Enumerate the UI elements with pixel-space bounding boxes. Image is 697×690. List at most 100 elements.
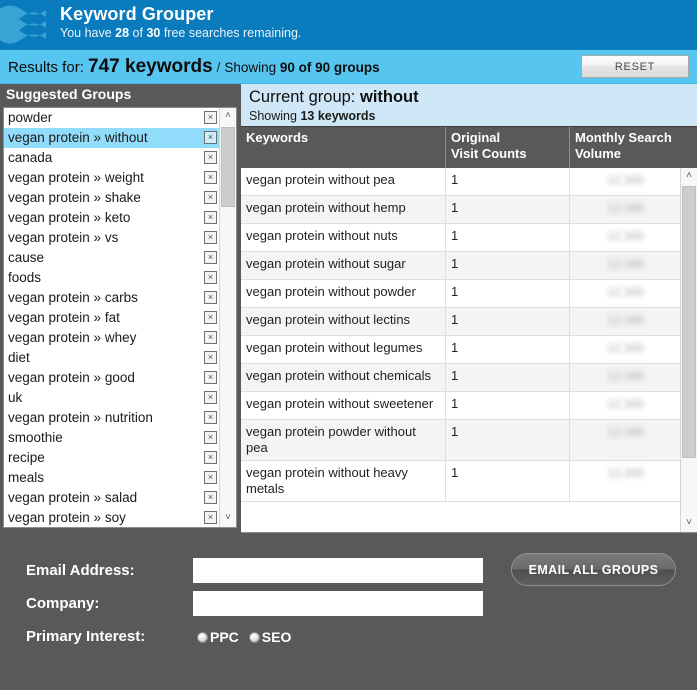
- cell-search-volume: 12,345: [569, 252, 680, 279]
- group-list-item[interactable]: meals ×: [4, 468, 221, 488]
- group-list-item[interactable]: canada ×: [4, 148, 221, 168]
- obscured-volume-value: 12,345: [607, 285, 644, 299]
- group-delete-icon[interactable]: ×: [204, 391, 217, 404]
- cell-visit-count: 1: [445, 168, 569, 195]
- table-scroll-up-icon[interactable]: ˄: [681, 168, 697, 185]
- group-list-item-label: vegan protein » carbs: [8, 290, 138, 305]
- group-list-item-label: vegan protein » soy: [8, 510, 126, 525]
- suggested-groups-title: Suggested Groups: [0, 84, 240, 106]
- group-delete-icon[interactable]: ×: [204, 211, 217, 224]
- company-row: Company:: [4, 587, 693, 620]
- group-list-item[interactable]: vegan protein » carbs ×: [4, 288, 221, 308]
- group-delete-icon[interactable]: ×: [204, 431, 217, 444]
- cell-search-volume: 12,345: [569, 308, 680, 335]
- group-list-item[interactable]: smoothie ×: [4, 428, 221, 448]
- groups-scroll-up-icon[interactable]: ˄: [220, 108, 236, 125]
- group-list-item-label: powder: [8, 110, 53, 125]
- email-field[interactable]: [193, 558, 483, 583]
- group-list-item[interactable]: vegan protein » without ×: [4, 128, 221, 148]
- cell-visit-count: 1: [445, 336, 569, 363]
- group-list-item[interactable]: uk ×: [4, 388, 221, 408]
- group-list-item-label: vegan protein » good: [8, 370, 135, 385]
- radio-seo-label[interactable]: SEO: [262, 629, 292, 645]
- group-delete-icon[interactable]: ×: [204, 451, 217, 464]
- groups-scroll-down-icon[interactable]: ˅: [220, 510, 236, 527]
- group-list-item[interactable]: vegan protein » weight ×: [4, 168, 221, 188]
- group-list-item[interactable]: vegan protein » vs ×: [4, 228, 221, 248]
- group-list-item[interactable]: vegan protein » good ×: [4, 368, 221, 388]
- group-delete-icon[interactable]: ×: [204, 271, 217, 284]
- keywords-table-scrollbar[interactable]: ˄ ˅: [680, 168, 697, 532]
- radio-ppc[interactable]: [197, 632, 208, 643]
- groups-scrollbar-thumb[interactable]: [221, 127, 235, 207]
- group-list-item-label: vegan protein » vs: [8, 230, 119, 245]
- current-group-subtitle-prefix: Showing: [249, 109, 301, 123]
- results-separator: /: [212, 58, 225, 75]
- group-list-item[interactable]: diet ×: [4, 348, 221, 368]
- table-row[interactable]: vegan protein without pea 1 12,345: [241, 168, 680, 196]
- table-row[interactable]: vegan protein without sugar 1 12,345: [241, 252, 680, 280]
- table-row[interactable]: vegan protein powder without pea 1 12,345: [241, 420, 680, 461]
- reset-button[interactable]: RESET: [581, 55, 689, 78]
- group-delete-icon[interactable]: ×: [204, 131, 217, 144]
- group-list-item[interactable]: vegan protein » nutrition ×: [4, 408, 221, 428]
- table-row[interactable]: vegan protein without heavy metals 1 12,34…: [241, 461, 680, 502]
- group-list-item[interactable]: vegan protein » soy ×: [4, 508, 221, 527]
- group-list-item[interactable]: recipe ×: [4, 448, 221, 468]
- group-list-item-label: vegan protein » nutrition: [8, 410, 153, 425]
- group-list-item-label: vegan protein » shake: [8, 190, 141, 205]
- group-delete-icon[interactable]: ×: [204, 251, 217, 264]
- group-list-item[interactable]: foods ×: [4, 268, 221, 288]
- table-row[interactable]: vegan protein without hemp 1 12,345: [241, 196, 680, 224]
- radio-ppc-label[interactable]: PPC: [210, 629, 239, 645]
- app-title: Keyword Grouper: [60, 4, 214, 24]
- table-scroll-down-icon[interactable]: ˅: [681, 515, 697, 532]
- group-delete-icon[interactable]: ×: [204, 171, 217, 184]
- table-row[interactable]: vegan protein without chemicals 1 12,345: [241, 364, 680, 392]
- groups-scrollbar[interactable]: ˄ ˅: [219, 108, 236, 527]
- table-row[interactable]: vegan protein without nuts 1 12,345: [241, 224, 680, 252]
- group-list-item[interactable]: vegan protein » keto ×: [4, 208, 221, 228]
- group-list-item[interactable]: vegan protein » shake ×: [4, 188, 221, 208]
- group-delete-icon[interactable]: ×: [204, 511, 217, 524]
- group-delete-icon[interactable]: ×: [204, 111, 217, 124]
- cell-keyword: vegan protein without chemicals: [246, 368, 431, 383]
- table-row[interactable]: vegan protein without lectins 1 12,345: [241, 308, 680, 336]
- table-row[interactable]: vegan protein without legumes 1 12,345: [241, 336, 680, 364]
- results-bar: Results for: 747 keywords / Showing 90 o…: [0, 50, 697, 84]
- group-delete-icon[interactable]: ×: [204, 291, 217, 304]
- group-delete-icon[interactable]: ×: [204, 471, 217, 484]
- radio-seo[interactable]: [248, 632, 260, 643]
- group-delete-icon[interactable]: ×: [204, 331, 217, 344]
- suggested-groups-listbox[interactable]: powder × vegan protein » without × canada × ve…: [3, 107, 237, 528]
- email-all-groups-button[interactable]: EMAIL ALL GROUPS: [511, 553, 676, 586]
- group-list-item[interactable]: vegan protein » fat ×: [4, 308, 221, 328]
- cell-visit-count: 1: [445, 461, 569, 501]
- cell-keyword: vegan protein without sweetener: [246, 396, 434, 411]
- obscured-volume-value: 12,345: [607, 201, 644, 215]
- group-list-item[interactable]: cause ×: [4, 248, 221, 268]
- current-group-subtitle-value: 13 keywords: [300, 109, 376, 123]
- keywords-table-scroll-area[interactable]: vegan protein without pea 1 12,345 vegan pr…: [241, 168, 697, 533]
- group-delete-icon[interactable]: ×: [204, 191, 217, 204]
- group-delete-icon[interactable]: ×: [204, 231, 217, 244]
- results-showing-prefix: Showing: [224, 59, 280, 75]
- group-list-item[interactable]: vegan protein » whey ×: [4, 328, 221, 348]
- cell-keyword: vegan protein without nuts: [246, 228, 398, 243]
- group-delete-icon[interactable]: ×: [204, 411, 217, 424]
- group-delete-icon[interactable]: ×: [204, 311, 217, 324]
- table-row[interactable]: vegan protein without sweetener 1 12,345: [241, 392, 680, 420]
- company-field[interactable]: [193, 591, 483, 616]
- group-list-item[interactable]: powder ×: [4, 108, 221, 128]
- group-list-item[interactable]: vegan protein » salad ×: [4, 488, 221, 508]
- group-delete-icon[interactable]: ×: [204, 491, 217, 504]
- group-delete-icon[interactable]: ×: [204, 151, 217, 164]
- group-delete-icon[interactable]: ×: [204, 371, 217, 384]
- table-row[interactable]: vegan protein without powder 1 12,345: [241, 280, 680, 308]
- column-header-volume-line1: Monthly Search: [575, 130, 672, 145]
- cell-search-volume: 12,345: [569, 420, 680, 460]
- app-header: Keyword Grouper You have 28 of 30 free s…: [0, 0, 697, 50]
- table-scrollbar-thumb[interactable]: [682, 186, 696, 458]
- group-delete-icon[interactable]: ×: [204, 351, 217, 364]
- cell-search-volume: 12,345: [569, 224, 680, 251]
